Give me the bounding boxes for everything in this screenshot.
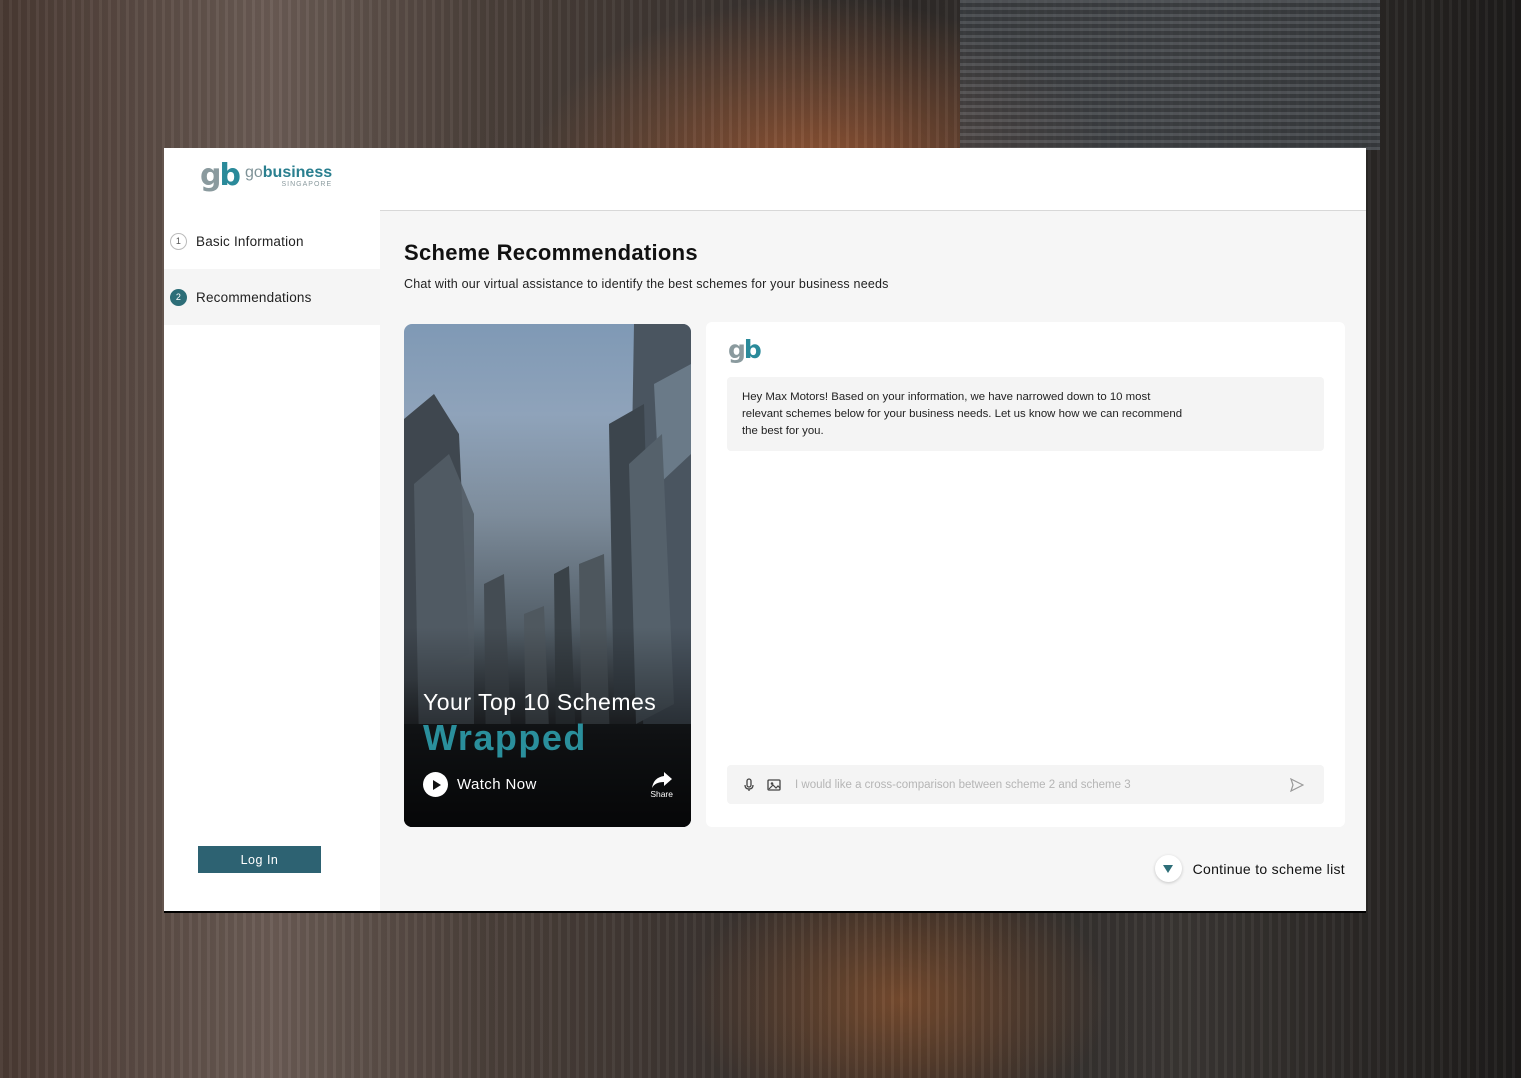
assistant-message: Hey Max Motors! Based on your informatio… [727,377,1324,451]
page-subtitle: Chat with our virtual assistance to iden… [404,277,889,291]
share-label: Share [650,789,673,799]
assistant-avatar: gb [728,335,762,364]
gobusiness-logo[interactable]: gb gobusiness SINGAPORE [200,161,332,191]
step-recommendations[interactable]: 2 Recommendations [164,269,380,325]
step-label: Basic Information [196,233,304,249]
logo-mark: gb [200,158,241,193]
background-blinds [960,0,1380,150]
app-window: gb gobusiness SINGAPORE 1 Basic Informat… [164,148,1366,911]
step-number: 2 [170,288,187,306]
step-label: Recommendations [196,289,312,305]
share-button[interactable]: Share [650,771,673,799]
chat-message-input[interactable] [795,778,1287,791]
logo-wordmark: gobusiness SINGAPORE [244,163,333,188]
page-title: Scheme Recommendations [404,240,698,265]
chat-panel: gb Hey Max Motors! Based on your informa… [706,322,1345,827]
step-number: 1 [170,232,187,250]
main-content: Scheme Recommendations Chat with our vir… [380,211,1366,911]
chevron-down-icon [1154,855,1182,882]
continue-to-scheme-list[interactable]: Continue to scheme list [1154,855,1345,882]
chat-input-bar [727,765,1324,804]
play-icon [423,772,448,797]
step-basic-information[interactable]: 1 Basic Information [164,213,380,269]
watch-now-button[interactable]: Watch Now [423,772,537,797]
video-card[interactable]: Your Top 10 Schemes Wrapped Watch Now Sh… [404,324,691,827]
send-icon[interactable] [1287,775,1307,795]
watch-now-label: Watch Now [457,776,537,793]
image-icon[interactable] [764,775,784,795]
continue-label: Continue to scheme list [1192,860,1345,877]
sidebar: gb gobusiness SINGAPORE 1 Basic Informat… [164,148,380,911]
video-highlight: Wrapped [423,717,587,758]
login-button[interactable]: Log In [198,846,321,873]
share-icon [651,772,672,788]
microphone-icon[interactable] [739,775,759,795]
video-headline: Your Top 10 Schemes [423,689,657,715]
top-bar [380,148,1366,211]
